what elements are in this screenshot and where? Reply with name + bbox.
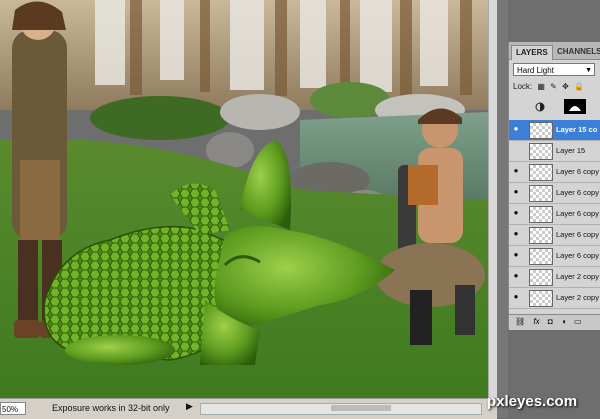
layer-name: Layer 6 copy — [556, 209, 599, 218]
lock-transparent-icon[interactable]: ▦ — [537, 82, 545, 91]
layer-name: Layer 6 copy — [556, 230, 599, 239]
status-bar: 50% Exposure works in 32-bit only ▶ — [0, 398, 497, 419]
eye-icon[interactable]: ● — [511, 292, 521, 302]
watermark-logo: pxleyes.com — [487, 393, 578, 410]
layer-thumbnail — [529, 227, 553, 244]
scene-image — [0, 0, 488, 398]
layer-row[interactable]: Layer 15 — [509, 141, 600, 162]
layer-thumbnail — [529, 122, 553, 139]
eye-icon[interactable]: ● — [511, 208, 521, 218]
layer-row[interactable]: ● Layer 6 copy — [509, 246, 600, 267]
layer-row[interactable]: ● Layer 6 copy — [509, 225, 600, 246]
layer-thumbnail — [529, 269, 553, 286]
layer-name: Layer 6 copy — [556, 188, 599, 197]
layer-thumbnail — [529, 290, 553, 307]
layer-list: ● Layer 15 co Layer 15 ● Layer 6 copy ● … — [509, 120, 600, 309]
adjustment-icon[interactable]: ◑ — [561, 317, 566, 326]
layer-name: Layer 2 copy — [556, 293, 599, 302]
layer-thumbnail — [529, 248, 553, 265]
layer-thumbnail — [529, 206, 553, 223]
layer-row[interactable]: ● Layer 6 copy — [509, 204, 600, 225]
panel-tabs: LAYERS CHANNELS — [509, 42, 600, 60]
layer-name: Layer 6 copy — [556, 167, 599, 176]
scrollbar-thumb[interactable] — [331, 405, 391, 411]
eye-icon[interactable]: ● — [511, 229, 521, 239]
layers-panel: LAYERS CHANNELS Hard Light ▼ Lock: ▦ ✎ ✥… — [508, 42, 600, 330]
status-info: Exposure works in 32-bit only — [52, 403, 170, 413]
status-menu-arrow-icon[interactable]: ▶ — [186, 401, 193, 412]
layer-thumbnail — [529, 185, 553, 202]
lock-label: Lock: — [513, 82, 533, 91]
layer-row[interactable]: ● Layer 2 copy — [509, 288, 600, 309]
panel-footer: ⛓ fx ◘ ◑ ▭ — [509, 314, 600, 330]
blend-mode-select[interactable]: Hard Light ▼ — [513, 63, 595, 76]
eye-icon[interactable]: ● — [511, 124, 521, 134]
layer-row[interactable]: ● Layer 6 copy — [509, 183, 600, 204]
lock-all-icon[interactable]: 🔒 — [574, 82, 584, 91]
zoom-field[interactable]: 50% — [0, 402, 26, 415]
eye-icon[interactable]: ● — [511, 271, 521, 281]
layer-row[interactable]: ● Layer 15 co — [509, 120, 600, 141]
lock-brush-icon[interactable]: ✎ — [550, 82, 557, 91]
layer-name: Layer 6 copy — [556, 251, 599, 260]
tab-layers[interactable]: LAYERS — [511, 45, 553, 60]
tab-channels[interactable]: CHANNELS — [553, 45, 600, 59]
chevron-down-icon: ▼ — [585, 67, 592, 74]
layer-row[interactable]: ● Layer 6 copy — [509, 162, 600, 183]
folder-icon[interactable]: ▭ — [574, 317, 582, 326]
layer-name: Layer 15 — [556, 146, 586, 155]
blend-mode-value: Hard Light — [517, 66, 554, 75]
layer-name: Layer 2 copy — [556, 272, 599, 281]
lock-row: Lock: ▦ ✎ ✥ 🔒 — [513, 82, 587, 91]
layer-row[interactable]: ● Layer 2 copy — [509, 267, 600, 288]
lock-move-icon[interactable]: ✥ — [562, 82, 569, 91]
layer-name: Layer 15 co — [556, 125, 598, 134]
document-canvas[interactable] — [0, 0, 488, 398]
layer-thumbnail — [529, 164, 553, 181]
eye-hidden-icon[interactable] — [511, 145, 521, 155]
adjustment-thumbs — [535, 99, 586, 114]
fx-icon[interactable]: fx — [533, 317, 539, 326]
eye-icon[interactable]: ● — [511, 166, 521, 176]
mask-icon[interactable]: ◘ — [548, 317, 553, 326]
layer-thumbnail — [529, 143, 553, 160]
canvas-horizontal-scrollbar[interactable] — [200, 403, 482, 415]
link-icon[interactable]: ⛓ — [515, 317, 525, 326]
workspace-gap — [497, 0, 508, 418]
adjustment-layer-row[interactable] — [509, 97, 600, 117]
eye-icon[interactable]: ● — [511, 250, 521, 260]
eye-icon[interactable]: ● — [511, 187, 521, 197]
